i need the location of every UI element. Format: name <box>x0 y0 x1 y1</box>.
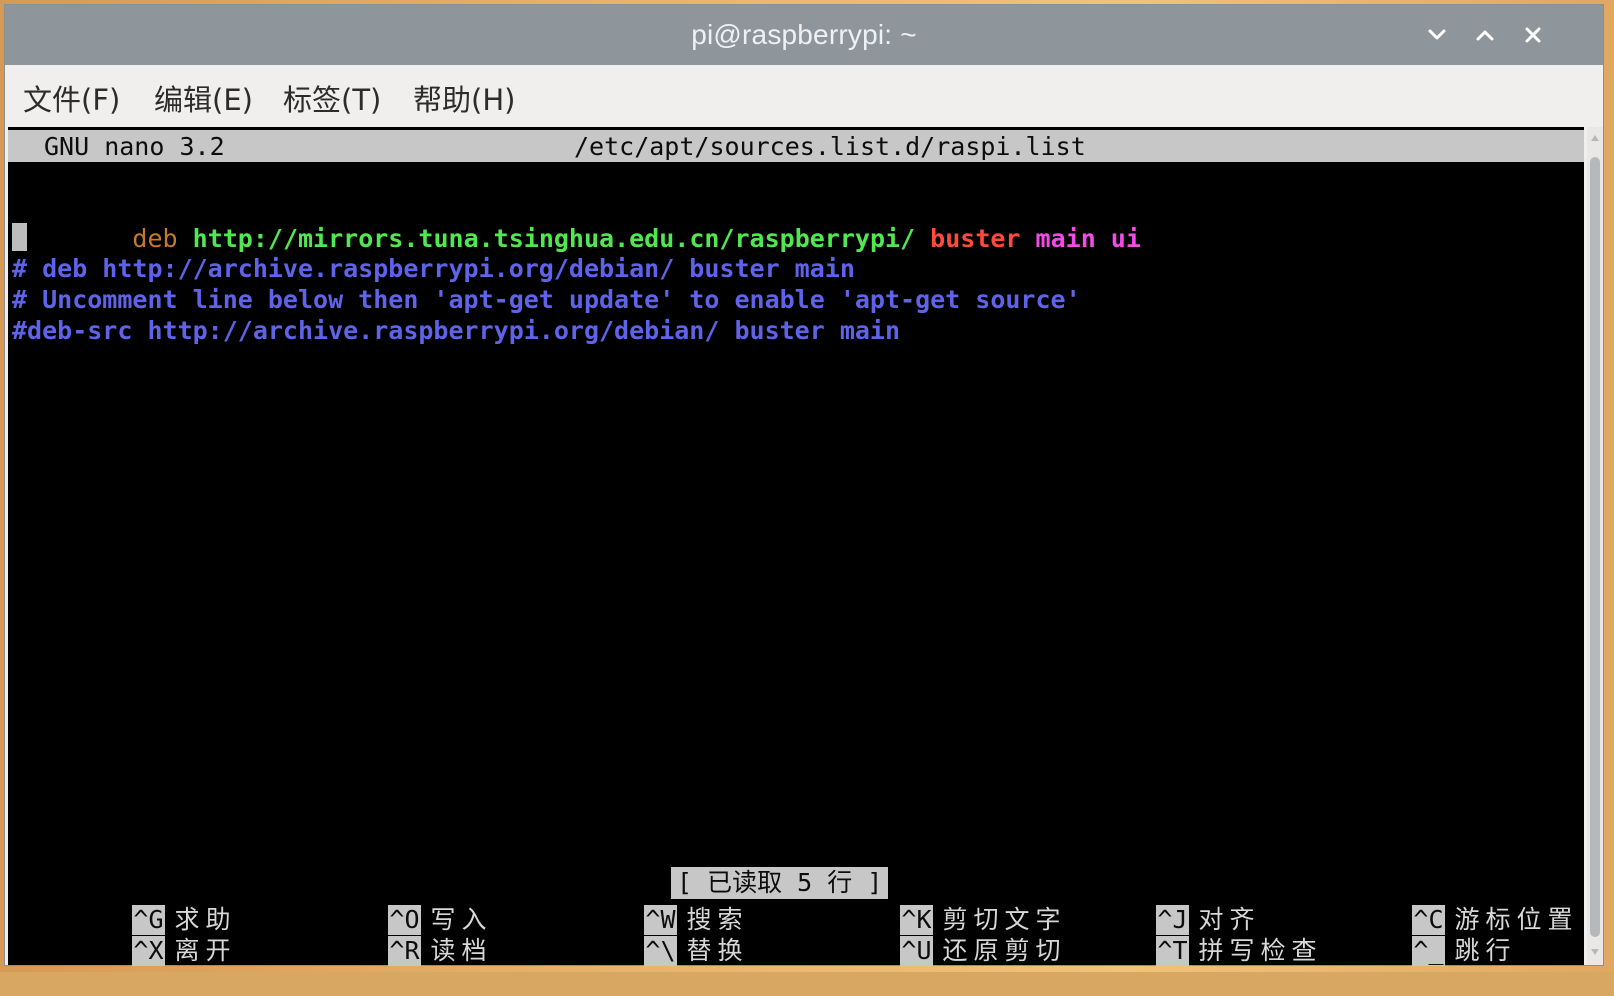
maximize-button[interactable] <box>1467 17 1503 53</box>
scroll-thumb[interactable] <box>1590 157 1600 937</box>
shortcut-search[interactable]: ^W 搜索 <box>524 875 749 935</box>
menu-file[interactable]: 文件(F) <box>23 77 120 119</box>
editor-line-3[interactable]: # deb http://archive.raspberrypi.org/deb… <box>12 253 855 285</box>
chevron-up-icon <box>1476 30 1494 41</box>
shortcut-key: ^\ <box>644 936 677 966</box>
menu-bar: 文件(F) 编辑(E) 标签(T) 帮助(H) <box>5 65 1603 127</box>
shortcut-spell-check[interactable]: ^T 拼写检查 <box>1036 906 1323 966</box>
shortcut-read-file[interactable]: ^R 读档 <box>268 906 493 966</box>
shortcut-key: ^R <box>388 936 421 966</box>
shortcut-cursor-position[interactable]: ^C 游标位置 <box>1292 875 1579 935</box>
syntax-keyword: deb <box>132 224 178 253</box>
close-icon <box>1525 27 1541 43</box>
desktop-background: pi@raspberrypi: ~ 文件(F) 编辑(E) 标签(T) 帮助(H… <box>0 0 1614 972</box>
terminal-area[interactable]: GNU nano 3.2 /etc/apt/sources.list.d/ras… <box>8 127 1584 966</box>
vertical-scrollbar[interactable] <box>1587 127 1603 965</box>
scroll-up-arrow-icon[interactable] <box>1589 131 1601 145</box>
editor-line-4[interactable]: # Uncomment line below then 'apt-get upd… <box>12 284 1081 316</box>
menu-help[interactable]: 帮助(H) <box>413 77 515 119</box>
nano-filename: /etc/apt/sources.list.d/raspi.list <box>574 132 1086 161</box>
syntax-suite: buster <box>930 224 1021 253</box>
editor-line-5[interactable]: #deb-src http://archive.raspberrypi.org/… <box>12 315 900 347</box>
menu-tabs[interactable]: 标签(T) <box>283 77 381 119</box>
shortcut-key: ^X <box>132 936 165 966</box>
shortcut-replace[interactable]: ^\ 替换 <box>524 906 749 966</box>
shortcut-label: 替换 <box>686 936 749 965</box>
shortcut-write[interactable]: ^O 写入 <box>268 875 493 935</box>
shortcut-label: 读档 <box>430 936 493 965</box>
shortcut-uncut[interactable]: ^U 还原剪切 <box>780 906 1067 966</box>
terminal-window: pi@raspberrypi: ~ 文件(F) 编辑(E) 标签(T) 帮助(H… <box>4 4 1604 966</box>
shortcut-cut[interactable]: ^K 剪切文字 <box>780 875 1067 935</box>
shortcut-label: 跳行 <box>1454 936 1517 965</box>
minimize-button[interactable] <box>1419 17 1455 53</box>
shortcut-exit[interactable]: ^X 离开 <box>12 906 237 966</box>
menu-edit[interactable]: 编辑(E) <box>154 77 253 119</box>
text-cursor <box>12 223 27 251</box>
syntax-url: http://mirrors.tuna.tsinghua.edu.cn/rasp… <box>192 224 916 253</box>
shortcut-justify[interactable]: ^J 对齐 <box>1036 875 1261 935</box>
shortcut-label: 离开 <box>174 936 237 965</box>
nano-version: GNU nano 3.2 <box>44 132 225 161</box>
shortcut-key: ^_ <box>1412 936 1445 966</box>
window-title: pi@raspberrypi: ~ <box>691 19 917 50</box>
editor-line-1[interactable]: deb http://mirrors.tuna.tsinghua.edu.cn/… <box>12 191 1140 253</box>
close-button[interactable] <box>1515 17 1551 53</box>
shortcut-key: ^T <box>1156 936 1189 966</box>
shortcut-go-to-line[interactable]: ^_ 跳行 <box>1292 906 1517 966</box>
title-bar[interactable]: pi@raspberrypi: ~ <box>5 5 1603 65</box>
syntax-components: main ui <box>1035 224 1141 253</box>
shortcut-help[interactable]: ^G 求助 <box>12 875 237 935</box>
shortcut-key: ^U <box>900 936 933 966</box>
scroll-down-arrow-icon[interactable] <box>1589 945 1601 959</box>
chevron-down-icon <box>1428 29 1446 40</box>
nano-header: GNU nano 3.2 /etc/apt/sources.list.d/ras… <box>8 130 1584 162</box>
